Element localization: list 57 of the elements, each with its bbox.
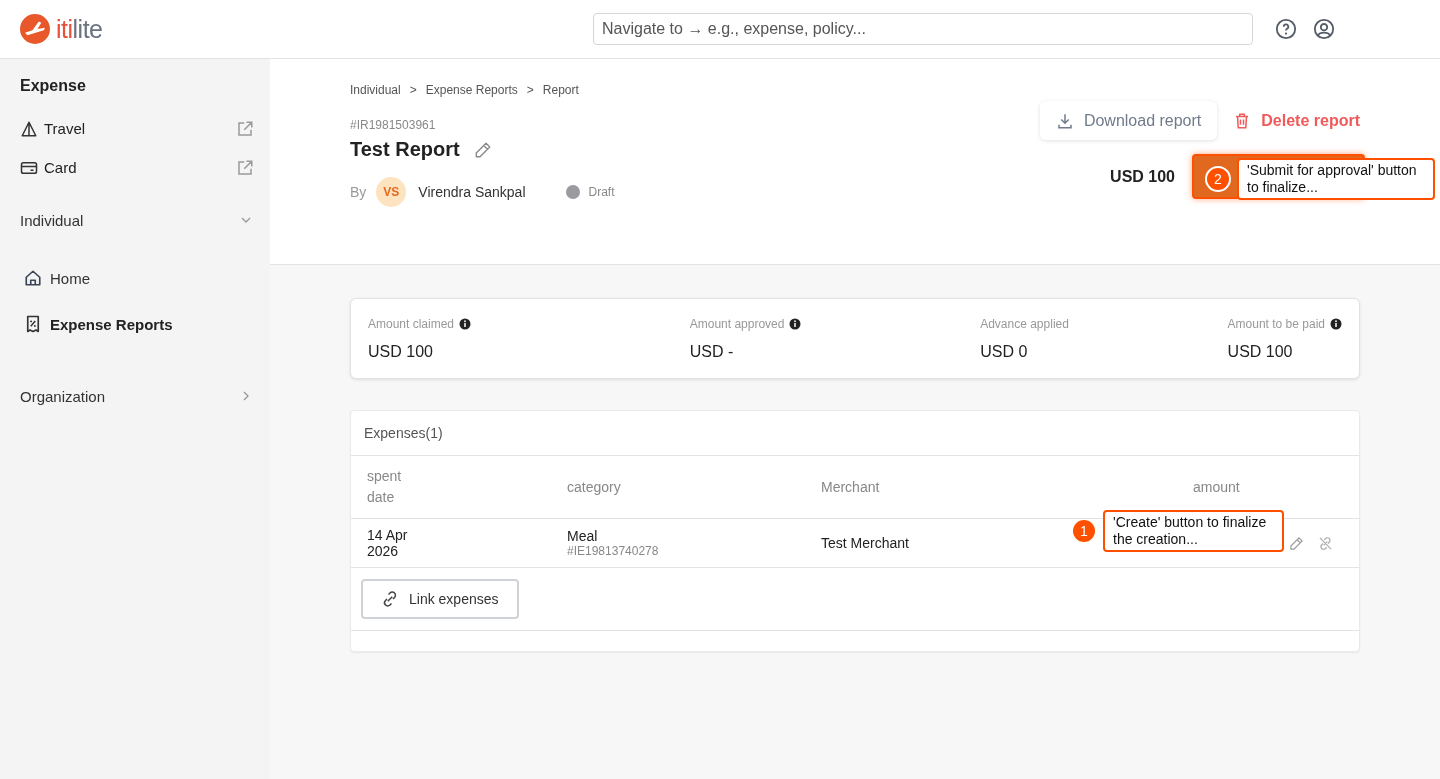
- search-field[interactable]: Navigate to → e.g., expense, policy...: [593, 13, 1253, 45]
- breadcrumb-link[interactable]: Individual: [350, 83, 401, 97]
- report-title: Test Report: [350, 138, 460, 161]
- link-icon: [381, 590, 399, 608]
- info-icon[interactable]: [789, 318, 802, 330]
- download-icon: [1055, 111, 1074, 130]
- logo-icon: [20, 14, 50, 44]
- sidebar-link[interactable]: Travel: [20, 109, 254, 148]
- breadcrumb-separator: >: [409, 83, 417, 97]
- external-link-icon: [236, 119, 254, 138]
- amount-value: USD -: [689, 343, 735, 361]
- amount-label: Amount approved: [689, 317, 785, 331]
- breadcrumb-separator: >: [526, 83, 534, 97]
- table-cell-text: Meal: [567, 528, 599, 544]
- download-button[interactable]: Download report: [1039, 101, 1218, 140]
- amount-value: USD 100: [1227, 343, 1294, 361]
- sidebar-heading: Expense: [20, 77, 87, 95]
- amount-value: USD 0: [980, 343, 1029, 361]
- profile-icon[interactable]: [1313, 18, 1335, 40]
- breadcrumb-link[interactable]: Expense Reports: [425, 83, 518, 97]
- table-cell-text: 14 Apr 2026: [367, 527, 409, 559]
- external-link-icon: [236, 158, 254, 177]
- table-cell: Test Merchant: [821, 535, 909, 551]
- home-icon: [24, 269, 42, 287]
- owner-name: Virendra Sankpal: [418, 184, 526, 200]
- expense-id: #IE19813740278: [567, 544, 659, 558]
- column-header: amount: [1193, 477, 1240, 497]
- status-label: Draft: [588, 185, 615, 199]
- column-header: spent date: [367, 467, 403, 507]
- amount-label: Amount to be paid: [1227, 317, 1325, 331]
- sidebar-item[interactable]: Home: [20, 255, 254, 301]
- by-label: By: [350, 184, 367, 200]
- receipt-icon: [24, 315, 42, 333]
- info-icon[interactable]: [459, 318, 472, 330]
- sidebar-item[interactable]: Expense Reports: [20, 301, 254, 347]
- sidebar-link[interactable]: Card: [20, 148, 254, 187]
- amount-value: USD 100: [368, 343, 434, 361]
- sidebar-section[interactable]: Individual: [20, 205, 254, 235]
- link-expenses-button[interactable]: Link expenses: [361, 579, 519, 619]
- callout-tooltip: 'Submit for approval' button to finalize...: [1237, 158, 1435, 200]
- column-header: category: [567, 477, 621, 497]
- info-icon[interactable]: [1330, 318, 1342, 330]
- logo-text: itilite: [56, 14, 103, 44]
- amount-label: Advance applied: [980, 317, 1069, 331]
- card-title: Expenses(1): [351, 411, 1359, 456]
- sidebar-section[interactable]: Organization: [20, 381, 254, 411]
- report-total: USD 100: [1110, 167, 1175, 186]
- avatar: VS: [376, 177, 407, 207]
- callout-tooltip: 'Create' button to finalize the creation...: [1103, 510, 1284, 552]
- edit-icon[interactable]: [473, 140, 492, 159]
- edit-icon[interactable]: [1289, 535, 1304, 551]
- triangle-icon: [20, 119, 38, 138]
- column-header: Merchant: [821, 477, 880, 497]
- help-icon[interactable]: [1275, 18, 1297, 40]
- report-id: #IR1981503961: [350, 118, 437, 132]
- amount-label: Amount claimed: [368, 317, 455, 331]
- status-dot: [565, 185, 580, 199]
